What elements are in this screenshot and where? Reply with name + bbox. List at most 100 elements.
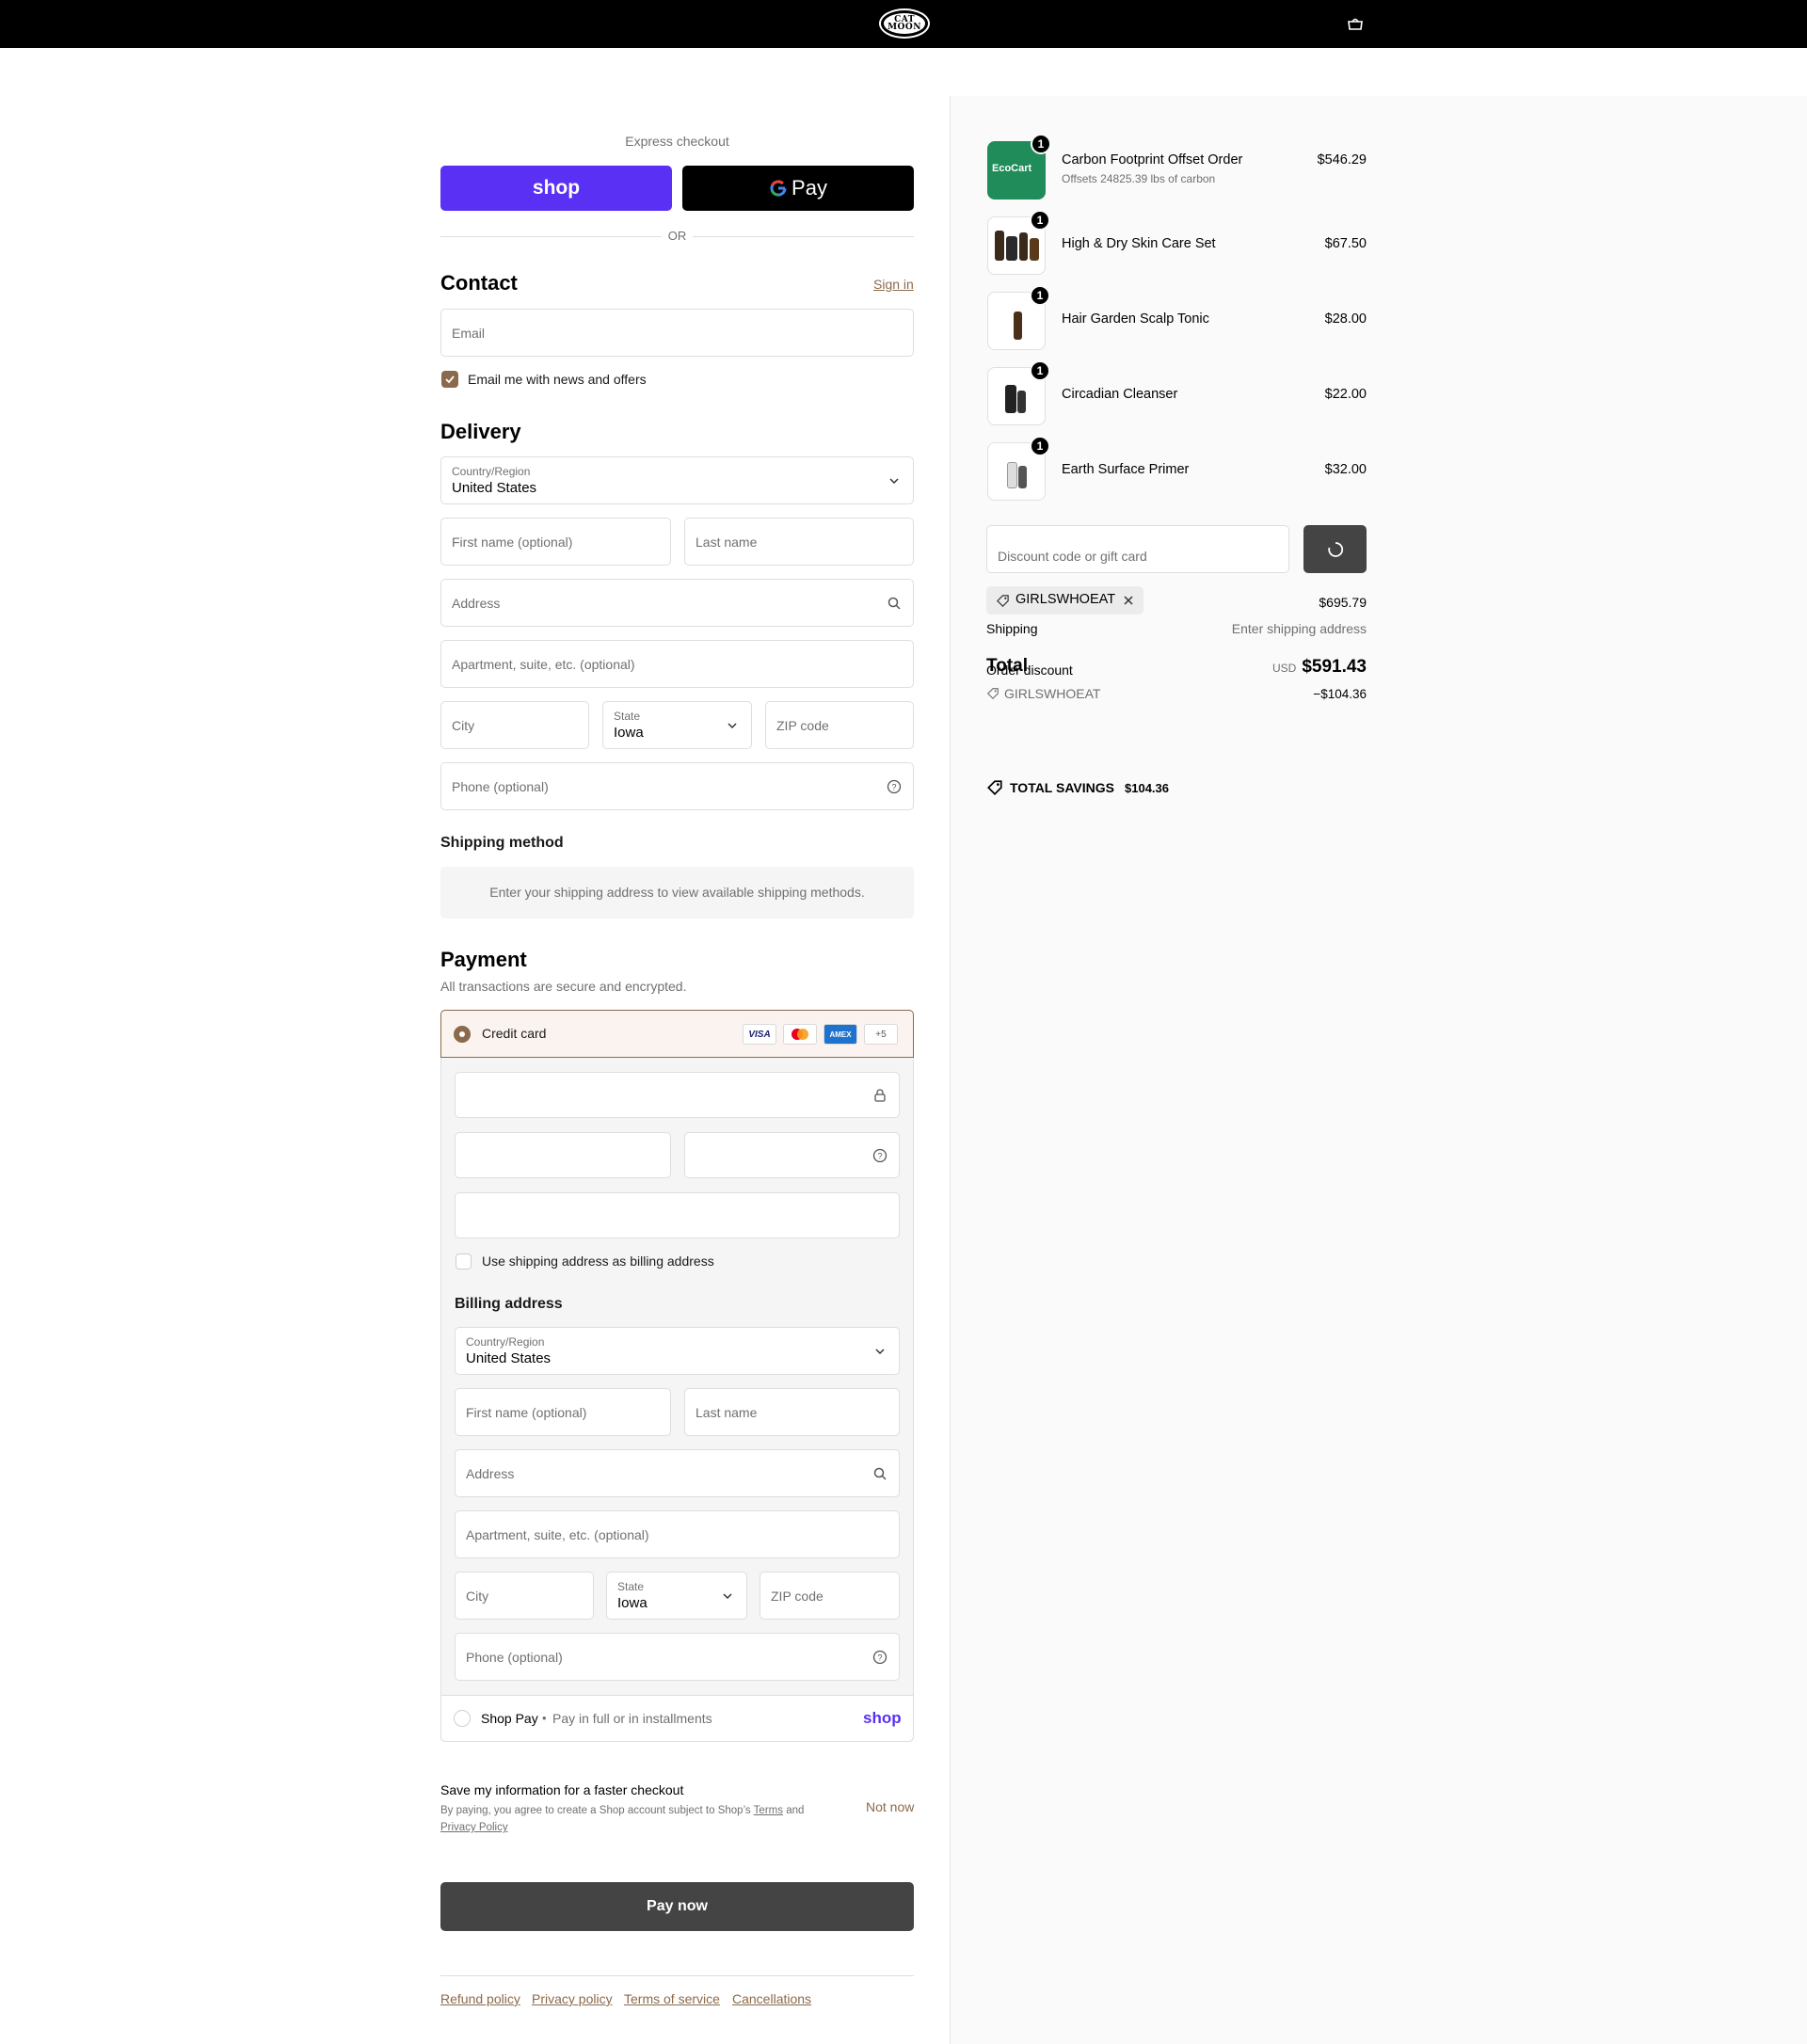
product-image-bottle (1017, 391, 1026, 413)
billing-state-select[interactable]: State Iowa (606, 1572, 747, 1620)
privacy-policy-link[interactable]: Privacy policy (532, 1991, 613, 2006)
billing-city-field[interactable]: City (455, 1572, 594, 1620)
express-checkout-title: Express checkout (625, 134, 729, 149)
news-checkbox-label: Email me with news and offers (468, 372, 647, 387)
shipping-value: Enter shipping address (1231, 621, 1367, 636)
chevron-down-icon (889, 477, 899, 484)
billing-last-name-field[interactable]: Last name (684, 1388, 900, 1436)
shop-pay-radio[interactable] (454, 1710, 471, 1727)
apply-discount-button[interactable] (1303, 525, 1367, 573)
use-shipping-checkbox[interactable] (456, 1254, 472, 1270)
address-field[interactable]: Address (440, 579, 914, 627)
contact-title: Contact (440, 271, 518, 295)
first-name-field[interactable]: First name (optional) (440, 518, 671, 566)
refund-policy-link[interactable]: Refund policy (440, 1991, 520, 2006)
not-now-link[interactable]: Not now (866, 1799, 914, 1814)
discount-code-field[interactable]: Discount code or gift card (986, 525, 1289, 573)
billing-address-field[interactable]: Address (455, 1449, 900, 1497)
cancellations-link[interactable]: Cancellations (732, 1991, 811, 2006)
news-checkbox[interactable] (441, 371, 458, 388)
zip-field[interactable]: ZIP code (765, 701, 914, 749)
billing-city-placeholder: City (466, 1588, 489, 1604)
savings-tag-icon (987, 780, 1002, 795)
discount-code-line: GIRLSWHOEAT (1004, 686, 1101, 701)
credit-card-radio[interactable] (454, 1026, 471, 1043)
billing-country-select[interactable]: Country/Region United States (455, 1327, 900, 1375)
more-cards-badge: +5 (864, 1024, 898, 1045)
shipping-method-notice: Enter your shipping address to view avai… (440, 867, 914, 918)
applied-discount-code: GIRLSWHOEAT (1015, 592, 1116, 607)
total-savings-label: TOTAL SAVINGS (1010, 780, 1114, 795)
billing-country-label: Country/Region (466, 1335, 545, 1349)
loading-spinner-icon (1327, 541, 1343, 557)
last-name-field[interactable]: Last name (684, 518, 914, 566)
shop-privacy-link[interactable]: Privacy Policy (440, 1822, 508, 1833)
product-image-jar (1030, 238, 1039, 261)
total-savings-value: $104.36 (1125, 781, 1169, 795)
divider-right (693, 236, 914, 237)
email-field[interactable]: Email (440, 309, 914, 357)
checkmark-icon (445, 375, 455, 384)
help-circle-icon[interactable]: ? (872, 1148, 888, 1163)
billing-state-label: State (617, 1580, 645, 1593)
svg-text:?: ? (891, 782, 896, 791)
product-price: $32.00 (1324, 462, 1367, 477)
shop-terms-link[interactable]: Terms (754, 1805, 783, 1816)
expiry-field[interactable] (455, 1132, 671, 1178)
help-circle-icon[interactable]: ? (872, 1650, 888, 1665)
billing-zip-field[interactable]: ZIP code (760, 1572, 900, 1620)
pay-now-button[interactable]: Pay now (440, 1882, 914, 1931)
city-placeholder: City (452, 717, 475, 733)
product-subtitle: Offsets 24825.39 lbs of carbon (1062, 172, 1216, 185)
name-on-card-field[interactable] (455, 1192, 900, 1238)
total-amount: USD $591.43 (1272, 657, 1367, 678)
shipping-method-title: Shipping method (440, 835, 564, 851)
product-name: High & Dry Skin Care Set (1062, 236, 1216, 251)
billing-state-value: Iowa (617, 1595, 648, 1611)
shop-pay-option[interactable]: Shop Pay • Pay in full or in installment… (441, 1695, 913, 1741)
quantity-badge: 1 (1030, 210, 1050, 231)
apartment-field[interactable]: Apartment, suite, etc. (optional) (440, 640, 914, 688)
shop-pay-express-button[interactable]: shop (440, 166, 672, 211)
tag-icon (986, 688, 999, 700)
quantity-badge: 1 (1031, 134, 1051, 154)
quantity-badge: 1 (1030, 436, 1050, 456)
save-info-and: and (786, 1805, 805, 1816)
billing-first-name-field[interactable]: First name (optional) (455, 1388, 671, 1436)
discount-code-placeholder: Discount code or gift card (998, 549, 1147, 564)
remove-discount-icon[interactable] (1122, 594, 1135, 607)
store-logo[interactable]: CAT MOON (881, 10, 928, 37)
discount-amount: −$104.36 (1313, 687, 1367, 701)
terms-of-service-link[interactable]: Terms of service (624, 1991, 720, 2006)
country-value: United States (452, 480, 537, 496)
product-image-box (1005, 385, 1016, 413)
product-image-bottle (1018, 466, 1027, 488)
billing-zip-placeholder: ZIP code (771, 1588, 824, 1604)
product-name: Hair Garden Scalp Tonic (1062, 311, 1209, 327)
payment-title: Payment (440, 948, 527, 971)
shop-pay-logo: shop (532, 177, 581, 199)
country-select[interactable]: Country/Region United States (440, 456, 914, 504)
country-label: Country/Region (452, 465, 531, 478)
delivery-title: Delivery (440, 420, 521, 443)
apartment-placeholder: Apartment, suite, etc. (optional) (452, 656, 635, 672)
credit-card-label: Credit card (482, 1026, 547, 1041)
product-thumbnail: EcoCart 1 (987, 134, 1051, 200)
svg-text:?: ? (877, 1151, 882, 1160)
product-name: Carbon Footprint Offset Order (1062, 152, 1243, 168)
billing-phone-field[interactable]: Phone (optional) ? (455, 1633, 900, 1681)
billing-apartment-field[interactable]: Apartment, suite, etc. (optional) (455, 1510, 900, 1558)
state-label: State (614, 710, 641, 723)
cart-bag-icon[interactable] (1346, 16, 1365, 31)
google-pay-button[interactable]: Pay (682, 166, 914, 211)
city-field[interactable]: City (440, 701, 589, 749)
phone-field[interactable]: Phone (optional) ? (440, 762, 914, 810)
product-price: $67.50 (1324, 236, 1367, 251)
svg-text:?: ? (877, 1653, 882, 1662)
product-name: Earth Surface Primer (1062, 462, 1190, 477)
card-number-field[interactable] (455, 1072, 900, 1118)
help-circle-icon[interactable]: ? (887, 779, 902, 794)
security-code-field[interactable]: ? (684, 1132, 900, 1178)
state-select[interactable]: State Iowa (602, 701, 752, 749)
sign-in-link[interactable]: Sign in (873, 277, 914, 292)
